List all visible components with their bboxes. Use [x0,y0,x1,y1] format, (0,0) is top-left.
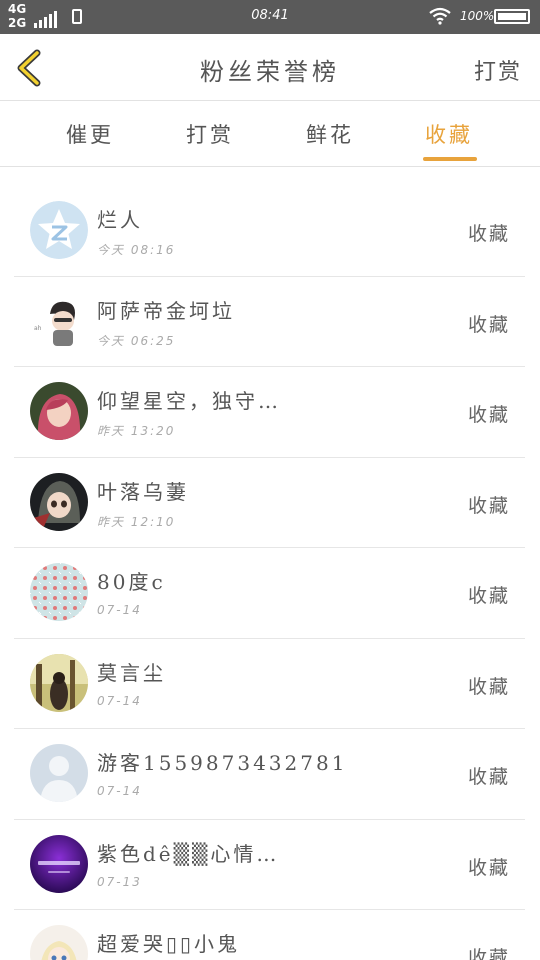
list-item[interactable]: 烂人 今天 08:16 收藏 [14,186,525,277]
list-item[interactable]: 莫言尘 07-14 收藏 [14,639,525,729]
tab-urge[interactable]: 催更 [66,119,114,149]
active-tab-indicator [423,157,477,161]
anime-hood-avatar [30,472,88,531]
battery-icon [494,9,530,24]
reward-button[interactable]: 打赏 [474,54,522,86]
favorite-label: 收藏 [467,947,510,960]
fan-time: 昨天 12:10 [97,514,176,529]
favorite-label: 收藏 [467,223,510,245]
fan-time: 07-13 [97,874,142,889]
favorite-label: 收藏 [467,313,510,336]
fan-name: 仰望星空，独守… [97,389,281,413]
list-item[interactable]: 游客1559873432781 07-14 收藏 [14,729,525,820]
svg-text:ah: ah [34,325,42,332]
list-item[interactable]: 紫色dê▒▒心情… 07-13 收藏 [14,820,525,910]
list-item[interactable]: 仰望星空，独守… 昨天 13:20 收藏 [14,367,525,458]
fan-time: 07-14 [97,784,142,798]
fan-time: 昨天 13:20 [97,424,176,438]
fan-list: 烂人 今天 08:16 收藏 ah 阿萨帝金坷垃 今天 06:25 收藏 仰望星… [14,186,525,960]
purple-text-avatar [30,834,88,893]
clock: 08:41 [251,8,289,23]
list-item[interactable]: 80度c 07-14 收藏 [14,548,525,639]
fan-time: 07-14 [97,603,142,617]
fan-name: 叶落乌萋 [97,479,189,504]
fan-name: 80度c [97,570,166,594]
list-item[interactable]: ah 阿萨帝金坷垃 今天 06:25 收藏 [14,277,525,367]
fan-name: 紫色dê▒▒心情… [97,841,280,866]
favorite-label: 收藏 [467,856,510,879]
fan-name: 烂人 [97,208,143,232]
header-bar: 粉丝荣誉榜 打赏 [0,34,540,101]
favorite-label: 收藏 [467,494,510,517]
favorite-label: 收藏 [467,585,510,607]
fan-name: 莫言尘 [97,660,166,685]
fan-name: 阿萨帝金坷垃 [97,298,235,323]
favorite-label: 收藏 [467,766,510,788]
tab-bar: 催更 打赏 鲜花 收藏 [0,101,540,167]
status-bar: 4G 2G 08:41 100% [0,0,540,34]
tab-flowers[interactable]: 鲜花 [306,119,354,149]
favorite-label: 收藏 [467,404,510,426]
page-title: 粉丝荣誉榜 [200,58,340,86]
fan-time: 07-14 [97,693,142,708]
default-person-avatar [30,744,88,802]
wifi-icon [429,7,451,25]
fan-name: 游客1559873432781 [97,751,348,775]
fan-time: 今天 06:25 [97,333,176,348]
qzone-star-icon [30,201,88,259]
fan-time: 今天 08:16 [97,243,176,257]
battery-percent: 100% [460,9,495,23]
fan-name: 超爱哭▯▯小鬼 [97,932,241,956]
favorite-label: 收藏 [467,675,510,698]
tab-favorites[interactable]: 收藏 [425,119,473,149]
tab-reward[interactable]: 打赏 [186,119,234,149]
pink-hair-girl-avatar [30,382,88,440]
list-item[interactable]: 超爱哭▯▯小鬼 收藏 [14,910,525,960]
forest-photo-avatar [30,653,88,712]
cartoon-boy-avatar: ah [30,291,88,350]
floral-pattern-avatar [30,563,88,621]
anime-girl-avatar [30,925,88,960]
list-item[interactable]: 叶落乌萋 昨天 12:10 收藏 [14,458,525,548]
